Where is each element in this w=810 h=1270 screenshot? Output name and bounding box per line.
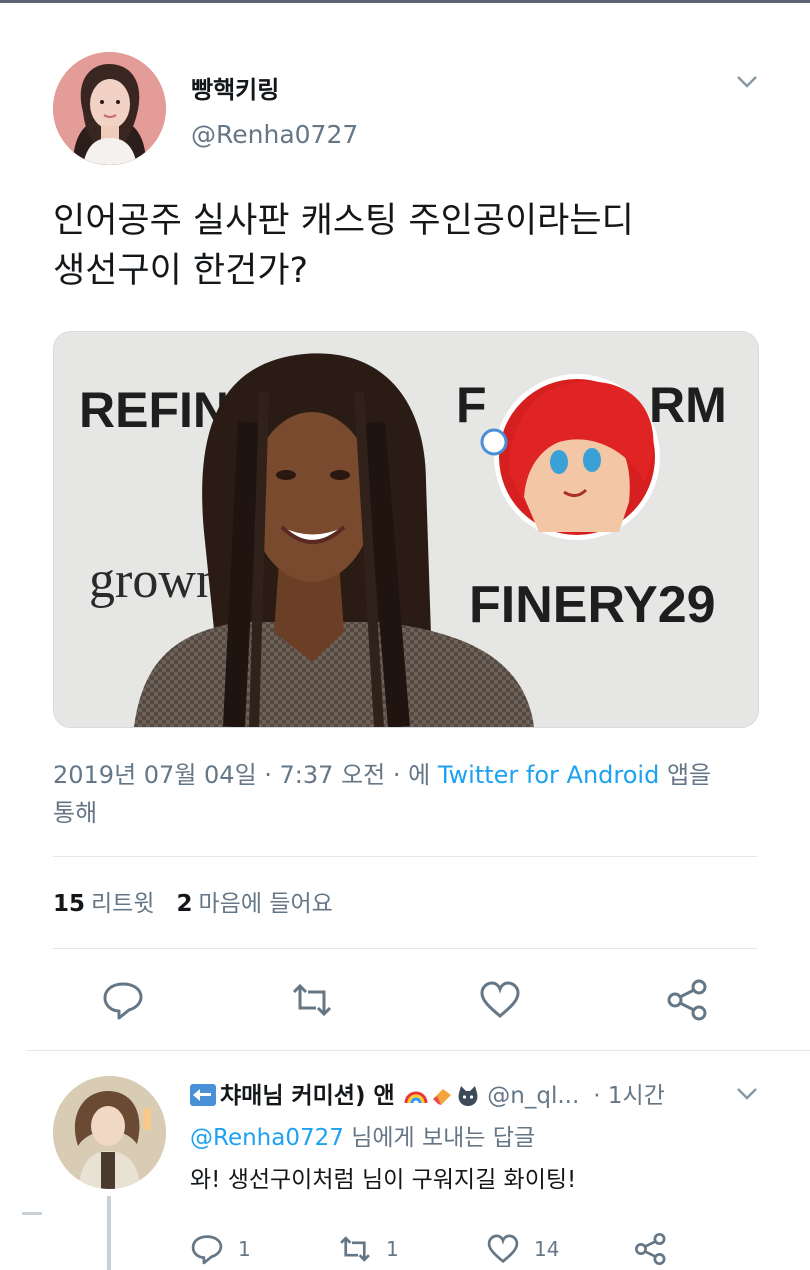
rainbow-emoji-icon — [404, 1091, 428, 1104]
heart-icon — [480, 981, 520, 1018]
reply-text: 와! 생선구이처럼 님이 구워지길 화이팅! — [190, 1167, 577, 1193]
tweet-photo[interactable]: REFINE F RM grown FINERY29 — [53, 331, 759, 728]
display-name[interactable]: 빵핵키링 — [191, 70, 279, 105]
chevron-down-icon[interactable] — [736, 74, 758, 90]
photo-sign-text: F — [456, 377, 487, 433]
reply-display-name[interactable]: 챠매님 커미션) 앤 — [220, 1083, 395, 1109]
reply-retweet-button[interactable]: 1 — [338, 1232, 399, 1266]
retweet-label[interactable]: 리트윗 — [91, 891, 154, 917]
replying-to-suffix: 님에게 보내는 답글 — [351, 1125, 536, 1151]
tweet-stats: 15 리트윗 2 마음에 들어요 — [53, 884, 333, 918]
chevron-down-icon[interactable] — [736, 1086, 758, 1102]
retweet-button[interactable] — [290, 978, 334, 1022]
handle[interactable]: @Renha0727 — [191, 120, 358, 149]
reply-header: 챠매님 커미션) 앤 @n_ql... · 1시간 — [190, 1076, 665, 1110]
share-icon — [634, 1232, 666, 1266]
photo-sign-text: grown — [89, 552, 222, 609]
divider — [26, 1050, 810, 1051]
replying-to-handle[interactable]: @Renha0727 — [190, 1125, 344, 1151]
reply-icon — [103, 982, 143, 1020]
photo-sign-text: FINERY29 — [469, 576, 716, 634]
photo-sign-text: RM — [649, 377, 727, 433]
thread-line — [107, 1196, 111, 1270]
like-count[interactable]: 2 — [177, 891, 193, 917]
timestamp-text: 2019년 07월 04일 · 7:37 오전 · 에 — [53, 761, 431, 789]
avatar[interactable] — [53, 52, 166, 165]
source-link[interactable]: Twitter for Android — [438, 761, 659, 789]
reply-like-button[interactable]: 14 — [486, 1232, 559, 1266]
retweet-icon — [292, 983, 332, 1017]
tweet-timestamp: 2019년 07월 04일 · 7:37 오전 · 에 Twitter for … — [53, 756, 753, 832]
eraser-emoji-icon — [432, 1089, 451, 1105]
top-border — [0, 0, 810, 3]
reply-handle[interactable]: @n_ql... — [487, 1083, 579, 1109]
reply-button[interactable] — [101, 978, 145, 1022]
reply-like-count: 14 — [534, 1237, 560, 1261]
reply-time: · 1시간 — [593, 1083, 665, 1109]
replying-to: @Renha0727 님에게 보내는 답글 — [190, 1118, 535, 1152]
retweet-count[interactable]: 15 — [53, 891, 85, 917]
source-suffix: 통해 — [53, 799, 98, 827]
reply-reply-count: 1 — [238, 1237, 251, 1261]
retweet-icon — [340, 1236, 370, 1262]
reply-icon — [191, 1235, 223, 1265]
thread-marker — [22, 1212, 42, 1215]
tweet-text: 인어공주 실사판 캐스팅 주인공이라는디 생선구이 한건가? — [53, 196, 753, 296]
tweet-text-line: 생선구이 한건가? — [53, 251, 309, 291]
share-button[interactable] — [666, 978, 710, 1022]
like-button[interactable] — [478, 978, 522, 1022]
reply-reply-button[interactable]: 1 — [190, 1232, 251, 1266]
reply-avatar[interactable] — [53, 1076, 166, 1189]
like-label[interactable]: 마음에 들어요 — [199, 891, 333, 917]
back-arrow-emoji-icon — [190, 1084, 216, 1106]
divider — [53, 856, 757, 857]
cat-emoji-icon — [458, 1086, 478, 1106]
share-icon — [667, 979, 707, 1021]
heart-icon — [487, 1234, 519, 1264]
source-suffix: 앱을 — [666, 761, 712, 789]
tweet-text-line: 인어공주 실사판 캐스팅 주인공이라는디 — [53, 201, 634, 241]
reply-share-button[interactable] — [634, 1232, 668, 1266]
reply-retweet-count: 1 — [386, 1237, 399, 1261]
divider — [53, 948, 757, 949]
